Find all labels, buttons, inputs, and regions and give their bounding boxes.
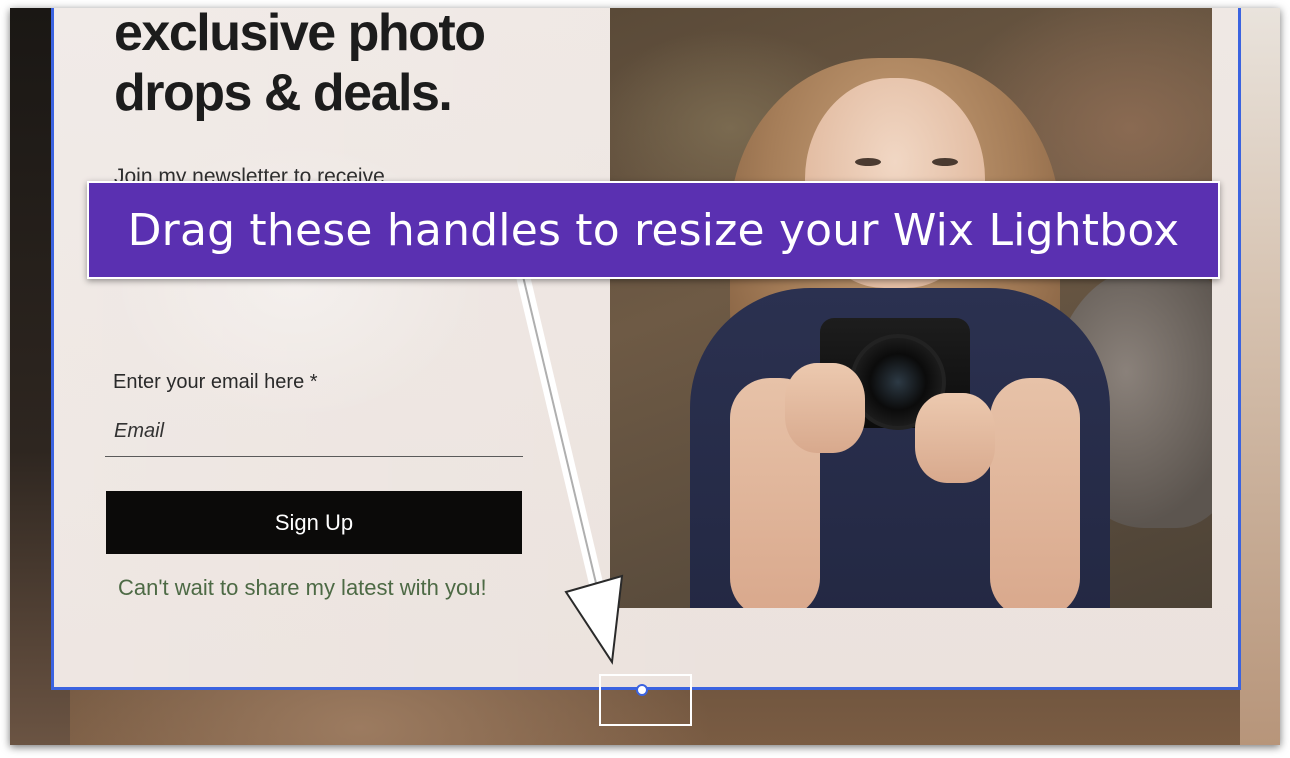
email-field[interactable]: [105, 407, 523, 457]
photographer-photo: [610, 8, 1212, 608]
photo-hand-right: [915, 393, 995, 483]
callout-text: Drag these handles to resize your Wix Li…: [127, 204, 1180, 256]
screenshot-frame: exclusive photo drops & deals. Join my n…: [10, 8, 1280, 745]
background-right: [1240, 8, 1280, 745]
handle-highlight-box: [599, 674, 692, 726]
headline-line-2: drops & deals.: [114, 64, 453, 122]
photo-arm-right: [990, 378, 1080, 608]
photo-eye-right: [932, 158, 958, 166]
headline-line-1: exclusive photo: [114, 8, 486, 62]
email-label: Enter your email here *: [113, 371, 318, 393]
tagline-text: Can't wait to share my latest with you!: [118, 575, 487, 600]
photo-eye-left: [855, 158, 881, 166]
instruction-callout: Drag these handles to resize your Wix Li…: [87, 181, 1220, 279]
photo-hand-left: [785, 363, 865, 453]
sign-up-button[interactable]: Sign Up: [106, 491, 522, 554]
resize-handle-bottom[interactable]: [636, 684, 648, 696]
lightbox-headline: exclusive photo drops & deals.: [114, 8, 574, 123]
lightbox[interactable]: exclusive photo drops & deals. Join my n…: [51, 8, 1241, 690]
